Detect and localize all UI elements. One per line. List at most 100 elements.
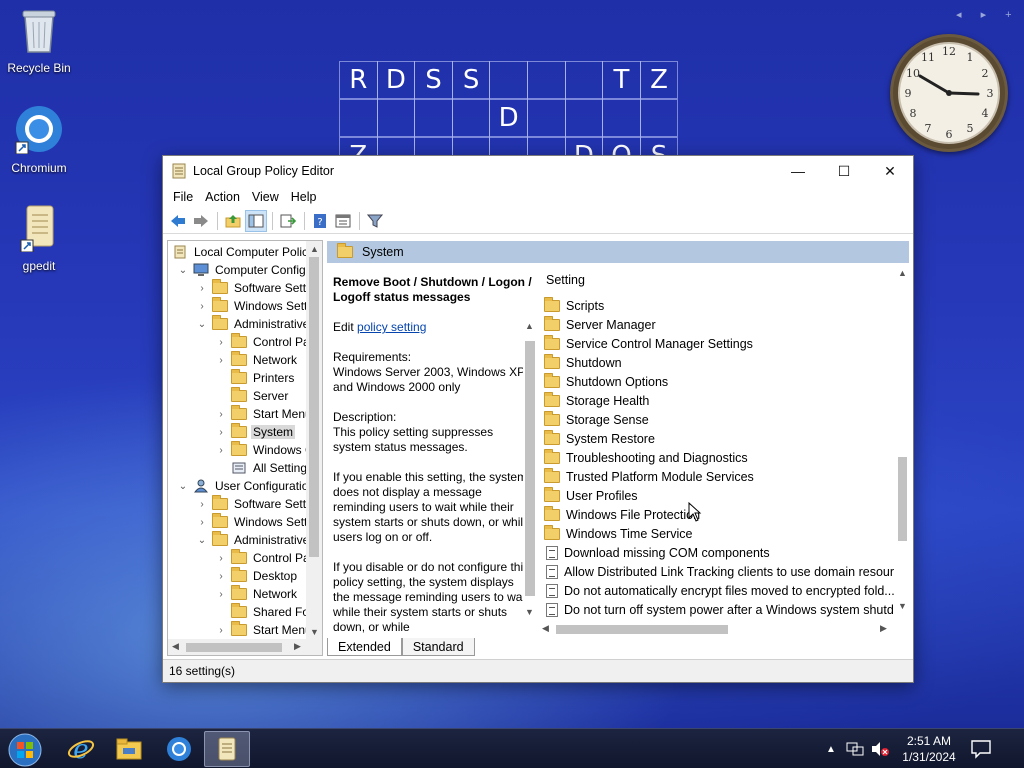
show-hide-console-tree-button[interactable] [245, 209, 267, 232]
chevron-right-icon[interactable]: › [196, 301, 208, 312]
up-one-level-button[interactable] [222, 210, 244, 232]
network-icon[interactable] [846, 741, 864, 757]
chevron-right-icon[interactable]: › [196, 283, 208, 294]
settings-folder-row[interactable]: Storage Health [544, 391, 649, 410]
scroll-down-arrow-icon[interactable]: ▼ [898, 601, 907, 611]
volume-muted-icon[interactable] [870, 741, 890, 757]
tree-item[interactable]: ⌄ Administrative [196, 315, 311, 333]
tree-hscroll-thumb[interactable] [186, 643, 282, 652]
tree-item[interactable]: Local Computer Polic [172, 243, 310, 261]
scroll-up-arrow-icon[interactable]: ▲ [310, 244, 319, 254]
menu-action[interactable]: Action [199, 190, 246, 204]
filter-button[interactable] [364, 210, 386, 232]
scroll-right-arrow-icon[interactable]: ▶ [294, 641, 301, 652]
column-header-setting[interactable]: Setting [546, 273, 585, 287]
action-center-button[interactable] [968, 737, 994, 764]
tree-item[interactable]: › Windows Sett [196, 297, 309, 315]
scroll-right-arrow-icon[interactable]: ▶ [880, 623, 887, 634]
taskbar-clock[interactable]: 2:51 AM 1/31/2024 [896, 733, 962, 765]
gadget-nav-arrows[interactable]: ◂ ▸ + [956, 8, 1020, 21]
tree-item[interactable]: › System [215, 423, 296, 441]
chevron-down-icon[interactable]: ⌄ [196, 319, 208, 330]
tree-item[interactable]: › Network [215, 351, 299, 369]
settings-folder-row[interactable]: Windows File Protection [544, 505, 700, 524]
tree-item[interactable]: Shared Fol [215, 603, 314, 621]
policy-setting-row[interactable]: Download missing COM components [544, 543, 770, 562]
list-scroll-thumb[interactable] [898, 457, 907, 541]
title-bar[interactable]: Local Group Policy Editor — ☐ ✕ [163, 156, 913, 186]
policy-setting-row[interactable]: Do not automatically encrypt files moved… [544, 581, 895, 600]
settings-list[interactable]: Setting Scripts Server Manager Service Con… [540, 263, 911, 637]
tree-item[interactable]: ⌄ Computer Config [177, 261, 308, 279]
tree-item[interactable]: › Software Setti [196, 279, 311, 297]
help-button[interactable]: ? [309, 210, 331, 232]
chevron-down-icon[interactable]: ⌄ [177, 265, 189, 276]
back-button[interactable] [167, 210, 189, 232]
tree-item[interactable]: › Windows C [215, 441, 316, 459]
tab-extended[interactable]: Extended [327, 638, 402, 656]
chevron-right-icon[interactable]: › [215, 571, 227, 582]
settings-folder-row[interactable]: Server Manager [544, 315, 656, 334]
minimize-button[interactable]: — [775, 156, 821, 186]
tree-item[interactable]: › Software Setti [196, 495, 311, 513]
chevron-right-icon[interactable]: › [215, 355, 227, 366]
tree-item[interactable]: › Network [215, 585, 299, 603]
taskbar-internet-explorer[interactable]: e [58, 731, 104, 767]
tree-item[interactable]: › Control Pa [215, 549, 312, 567]
console-tree[interactable]: Local Computer Polic ⌄ Computer Config › Sof… [167, 240, 323, 656]
settings-folder-row[interactable]: Shutdown [544, 353, 622, 372]
close-button[interactable]: ✕ [867, 156, 913, 186]
tree-item[interactable]: Server [215, 387, 290, 405]
export-list-button[interactable] [277, 210, 299, 232]
tree-item[interactable]: › Start Menu [215, 405, 314, 423]
tree-item[interactable]: Printers [215, 369, 296, 387]
policy-setting-link[interactable]: policy setting [357, 320, 426, 334]
tree-item[interactable]: › Start Menu [215, 621, 314, 639]
settings-folder-row[interactable]: Service Control Manager Settings [544, 334, 753, 353]
scroll-up-arrow-icon[interactable]: ▲ [898, 268, 907, 278]
scroll-up-arrow-icon[interactable]: ▲ [525, 321, 534, 331]
tree-item[interactable]: ⌄ Administrative [196, 531, 311, 549]
description-scrollbar[interactable]: ▲ ▼ [523, 321, 537, 621]
chevron-right-icon[interactable]: › [215, 409, 227, 420]
desktop-icon-gpedit[interactable]: gpedit [0, 202, 78, 273]
menu-help[interactable]: Help [285, 190, 323, 204]
desktop-icon-recycle-bin[interactable]: Recycle Bin [0, 6, 78, 75]
chevron-right-icon[interactable]: › [215, 427, 227, 438]
settings-folder-row[interactable]: Shutdown Options [544, 372, 668, 391]
chevron-right-icon[interactable]: › [215, 589, 227, 600]
tree-scroll-thumb[interactable] [309, 257, 319, 557]
tree-horizontal-scrollbar[interactable]: ◀ ▶ [168, 639, 322, 655]
tree-vertical-scrollbar[interactable]: ▲ ▼ [306, 241, 322, 641]
menu-view[interactable]: View [246, 190, 285, 204]
tree-item[interactable]: › Windows Sett [196, 513, 309, 531]
settings-folder-row[interactable]: Trusted Platform Module Services [544, 467, 754, 486]
clock-gadget[interactable]: 12 1 2 3 4 5 6 7 8 9 10 11 [890, 34, 1008, 152]
policy-setting-row[interactable]: Allow Distributed Link Tracking clients … [544, 562, 904, 581]
settings-folder-row[interactable]: Scripts [544, 296, 604, 315]
chevron-right-icon[interactable]: › [196, 499, 208, 510]
chevron-right-icon[interactable]: › [215, 445, 227, 456]
chevron-right-icon[interactable]: › [215, 625, 227, 636]
tree-item[interactable]: › Desktop [215, 567, 299, 585]
desktop-icon-chromium[interactable]: Chromium [0, 104, 78, 175]
list-hscroll-thumb[interactable] [556, 625, 728, 634]
settings-folder-row[interactable]: Troubleshooting and Diagnostics [544, 448, 748, 467]
settings-folder-row[interactable]: Storage Sense [544, 410, 649, 429]
show-hidden-icons-chevron-icon[interactable]: ▲ [826, 744, 836, 755]
list-horizontal-scrollbar[interactable]: ◀ ▶ [540, 621, 890, 637]
tree-item[interactable]: › Control Pa [215, 333, 312, 351]
maximize-button[interactable]: ☐ [821, 156, 867, 186]
chevron-right-icon[interactable]: › [196, 517, 208, 528]
scroll-left-arrow-icon[interactable]: ◀ [542, 623, 549, 634]
settings-folder-row[interactable]: System Restore [544, 429, 655, 448]
chevron-right-icon[interactable]: › [215, 337, 227, 348]
chevron-down-icon[interactable]: ⌄ [196, 535, 208, 546]
forward-button[interactable] [190, 210, 212, 232]
policy-setting-row[interactable]: Do not turn off system power after a Win… [544, 600, 904, 619]
menu-file[interactable]: File [167, 190, 199, 204]
scroll-down-arrow-icon[interactable]: ▼ [525, 607, 534, 617]
taskbar-chromium[interactable] [156, 731, 202, 767]
properties-button[interactable] [332, 210, 354, 232]
list-vertical-scrollbar[interactable]: ▲ ▼ [894, 265, 910, 619]
